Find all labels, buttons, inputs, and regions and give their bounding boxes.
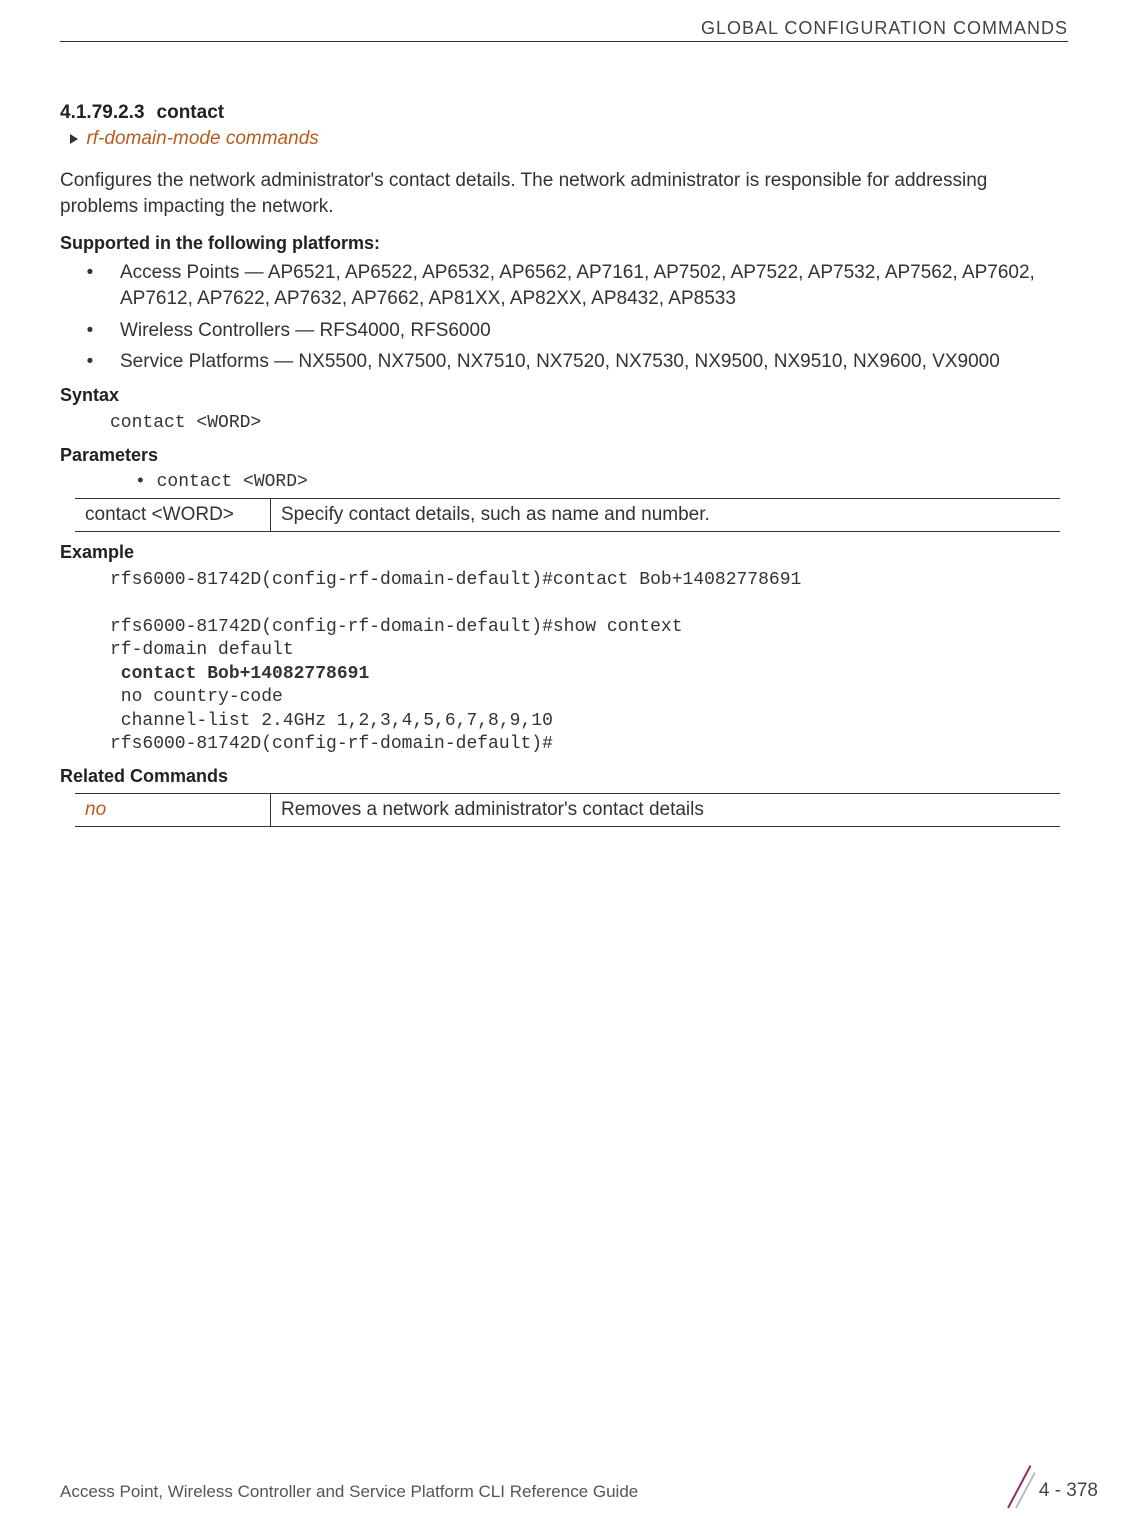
- related-commands-heading: Related Commands: [60, 766, 1068, 787]
- related-cmd-link[interactable]: no: [85, 799, 106, 820]
- param-desc-cell: Specify contact details, such as name an…: [271, 499, 1061, 532]
- page-header: GLOBAL CONFIGURATION COMMANDS: [60, 18, 1068, 42]
- code-line: no country-code: [110, 687, 283, 707]
- parameters-table: contact <WORD> Specify contact details, …: [75, 498, 1060, 532]
- syntax-heading: Syntax: [60, 385, 1068, 406]
- parameters-heading: Parameters: [60, 445, 1068, 466]
- list-item: •Wireless Controllers — RFS4000, RFS6000: [60, 318, 1068, 344]
- breadcrumb: rf-domain-mode commands: [70, 128, 1068, 150]
- header-title: GLOBAL CONFIGURATION COMMANDS: [60, 18, 1068, 39]
- header-rule: [60, 41, 1068, 42]
- code-line-bold: contact Bob+14082778691: [110, 664, 369, 684]
- triangle-right-icon: [70, 134, 78, 144]
- intro-paragraph: Configures the network administrator's c…: [60, 168, 1068, 219]
- parameters-bullet: • contact <WORD>: [135, 472, 1068, 492]
- list-item-text: Service Platforms — NX5500, NX7500, NX75…: [120, 349, 1000, 375]
- code-line: rfs6000-81742D(config-rf-domain-default)…: [110, 617, 683, 637]
- section-title: contact: [157, 102, 225, 123]
- supported-list: •Access Points — AP6521, AP6522, AP6532,…: [60, 260, 1068, 375]
- list-item-text: Wireless Controllers — RFS4000, RFS6000: [120, 318, 491, 344]
- related-desc-cell: Removes a network administrator's contac…: [271, 794, 1061, 827]
- table-row: no Removes a network administrator's con…: [75, 794, 1060, 827]
- list-item: •Access Points — AP6521, AP6522, AP6532,…: [60, 260, 1068, 311]
- supported-heading: Supported in the following platforms:: [60, 233, 1068, 254]
- param-name-cell: contact <WORD>: [75, 499, 271, 532]
- bullet-icon: •: [60, 318, 120, 344]
- code-line: rfs6000-81742D(config-rf-domain-default)…: [110, 734, 553, 754]
- breadcrumb-link[interactable]: rf-domain-mode commands: [86, 128, 318, 149]
- code-line: rf-domain default: [110, 640, 294, 660]
- related-cmd-cell[interactable]: no: [75, 794, 271, 827]
- example-heading: Example: [60, 542, 1068, 563]
- footer-accent-icon: [987, 1474, 1027, 1502]
- syntax-code: contact <WORD>: [110, 412, 1068, 435]
- section-heading: 4.1.79.2.3 contact: [60, 102, 1068, 124]
- footer-right: 4 - 378: [987, 1474, 1098, 1502]
- code-line: channel-list 2.4GHz 1,2,3,4,5,6,7,8,9,10: [110, 711, 553, 731]
- footer-doc-title: Access Point, Wireless Controller and Se…: [60, 1482, 638, 1502]
- section-number: 4.1.79.2.3: [60, 102, 145, 123]
- code-line: rfs6000-81742D(config-rf-domain-default)…: [110, 570, 801, 590]
- table-row: contact <WORD> Specify contact details, …: [75, 499, 1060, 532]
- page-number: 4 - 378: [1039, 1480, 1098, 1502]
- related-commands-table: no Removes a network administrator's con…: [75, 793, 1060, 827]
- bullet-icon: •: [60, 349, 120, 375]
- example-code: rfs6000-81742D(config-rf-domain-default)…: [110, 569, 1068, 756]
- list-item: •Service Platforms — NX5500, NX7500, NX7…: [60, 349, 1068, 375]
- bullet-icon: •: [60, 260, 120, 311]
- list-item-text: Access Points — AP6521, AP6522, AP6532, …: [120, 260, 1068, 311]
- page-footer: Access Point, Wireless Controller and Se…: [0, 1474, 1128, 1502]
